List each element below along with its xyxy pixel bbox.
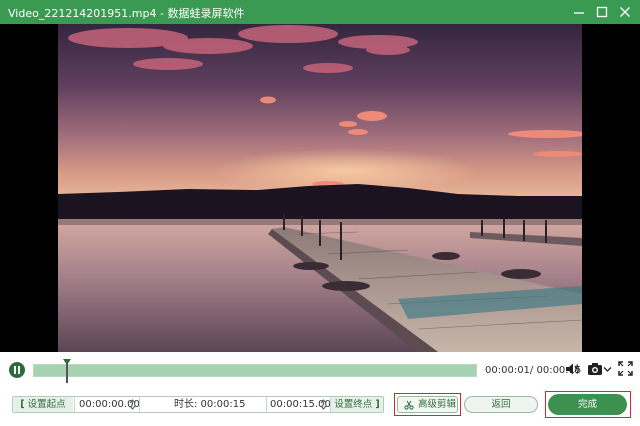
speaker-icon[interactable] [564,361,580,377]
close-button[interactable] [614,0,636,24]
scissors-icon [404,400,414,410]
advanced-edit-button[interactable]: 高级剪辑 [397,396,458,413]
camera-icon[interactable] [587,361,603,377]
timeline-played [34,365,476,376]
pause-icon-bar [18,366,20,374]
video-preview-area[interactable] [0,24,640,352]
timeline-track[interactable] [33,359,477,383]
bracket-open-icon: [ [20,399,25,410]
done-button[interactable]: 完成 [548,394,627,415]
duration-display: 时长: 00:00:15 [174,399,246,410]
app-name: 数据蛙录屏软件 [167,7,245,20]
edit-controls: [ 设置起点 00:00:00.00 时长: 00:00:15 00:00:15… [0,388,640,426]
set-start-button[interactable]: [ 设置起点 [13,397,73,412]
title-bar: Video_221214201951.mp4 - 数据蛙录屏软件 [0,0,640,24]
end-time-stepper-icon[interactable] [320,398,327,411]
chevron-down-icon[interactable] [603,366,612,373]
set-end-button[interactable]: 设置终点 ] [331,397,383,412]
playhead-line [66,363,68,383]
trim-range-bar: [ 设置起点 00:00:00.00 时长: 00:00:15 00:00:15… [12,396,384,413]
start-time-stepper-icon[interactable] [129,398,136,411]
advanced-edit-label: 高级剪辑 [418,399,457,410]
bracket-close-icon: ] [375,399,380,410]
pause-button[interactable] [9,362,25,378]
playhead-handle[interactable] [63,359,71,383]
maximize-button[interactable] [591,0,613,24]
divider [74,397,75,412]
set-start-label: 设置起点 [27,399,66,410]
file-name: Video_221214201951.mp4 [8,7,157,20]
minimize-icon [574,12,584,14]
fullscreen-icon[interactable] [618,361,633,376]
divider [266,397,267,412]
title-separator: - [160,7,164,20]
window-title: Video_221214201951.mp4 - 数据蛙录屏软件 [8,5,244,21]
close-icon [620,7,630,17]
divider [139,397,140,412]
back-button[interactable]: 返回 [464,396,538,413]
playback-bar: 00:00:01/ 00:00:15 [0,352,640,388]
current-time: 00:00:01 [485,365,530,376]
minimize-button[interactable] [568,0,590,24]
set-end-label: 设置终点 [334,399,373,410]
video-still-image [58,24,582,352]
video-frame[interactable] [58,24,582,352]
maximize-icon [596,6,608,18]
pause-icon [14,366,16,374]
